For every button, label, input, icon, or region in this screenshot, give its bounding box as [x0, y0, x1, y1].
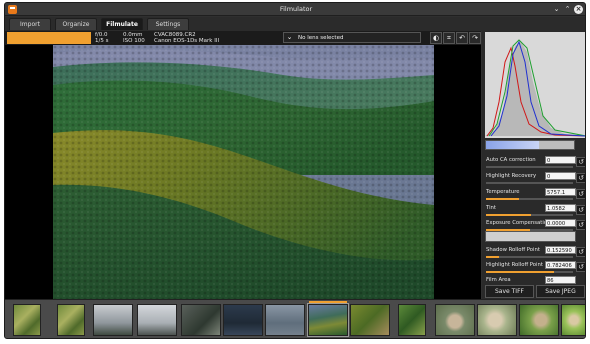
camera-text: Canon EOS-1Ds Mark III	[154, 38, 220, 44]
info-bar: f/0.0 1/5 s 0.0mm ISO 100 CVAC8089.CR2 C…	[5, 31, 481, 45]
filmstrip-thumbnail[interactable]	[137, 304, 177, 336]
param-value-field[interactable]: 86	[545, 276, 576, 284]
param-slider[interactable]	[486, 166, 573, 168]
app-window: Filmulator ⌄ ⌃ × Import Organize Filmula…	[4, 2, 586, 339]
rotate-right-icon[interactable]: ↷	[469, 32, 481, 44]
title-bar: Filmulator ⌄ ⌃ ×	[5, 3, 585, 16]
param-label: Film Area	[486, 277, 511, 283]
minimize-icon[interactable]: ⌄	[552, 5, 561, 14]
crop-icon[interactable]: ⌗	[443, 32, 455, 44]
maximize-icon[interactable]: ⌃	[563, 5, 572, 14]
chevron-down-icon: ⌄	[286, 33, 293, 41]
param-slider[interactable]	[486, 271, 573, 273]
tab-import[interactable]: Import	[9, 18, 51, 30]
param-film-area: Film Area 86	[485, 275, 585, 285]
filmstrip-thumbnail[interactable]	[57, 304, 85, 336]
filmstrip-thumbnail[interactable]	[435, 304, 475, 336]
main-photo	[53, 45, 434, 299]
param-slider[interactable]	[486, 198, 573, 200]
filmstrip-thumbnail[interactable]	[13, 304, 41, 336]
param-auto-ca-correction: Auto CA correction 0 ↺	[485, 155, 585, 170]
current-image-marker	[309, 301, 347, 303]
param-shadow-rolloff-point: Shadow Rolloff Point 0.152590 ↺	[485, 245, 585, 260]
param-value-field[interactable]: 0.782406	[545, 261, 576, 269]
filmstrip[interactable]	[5, 299, 585, 338]
param-label: Auto CA correction	[486, 157, 536, 163]
param-label: Exposure Compensation	[486, 220, 551, 226]
param-value-field[interactable]: 1.0582	[545, 204, 576, 212]
save-jpeg-button[interactable]: Save JPEG	[536, 285, 585, 298]
filmstrip-thumbnail[interactable]	[307, 301, 349, 337]
reset-icon[interactable]: ↺	[576, 205, 585, 215]
iso-text: ISO 100	[123, 38, 145, 44]
param-slider[interactable]	[486, 256, 573, 258]
param-label: Tint	[486, 205, 496, 211]
filmstrip-thumbnail[interactable]	[223, 304, 263, 336]
param-slider[interactable]	[486, 182, 573, 184]
reset-icon[interactable]: ↺	[576, 262, 585, 272]
filmstrip-thumbnail[interactable]	[398, 304, 426, 336]
param-value-field[interactable]: 0	[545, 156, 576, 164]
param-tint: Tint 1.0582 ↺	[485, 203, 585, 218]
shutter-text: 1/5 s	[95, 38, 109, 44]
reset-icon[interactable]: ↺	[576, 173, 585, 183]
filmstrip-thumbnail[interactable]	[350, 304, 390, 336]
reset-icon[interactable]: ↺	[576, 247, 585, 257]
tab-bar: Import Organize Filmulate Settings	[5, 17, 585, 31]
filmstrip-thumbnail[interactable]	[477, 304, 517, 336]
tab-organize[interactable]: Organize	[55, 18, 97, 30]
tone-strip	[485, 140, 575, 150]
editing-panel: Auto CA correction 0 ↺ Highlight Recover…	[482, 31, 585, 299]
param-slider[interactable]	[486, 214, 573, 216]
param-temperature: Temperature 5757.1 ↺	[485, 187, 585, 202]
tone-curve-preview	[485, 231, 576, 242]
param-value-field[interactable]: 0.152590	[545, 246, 576, 254]
param-label: Shadow Rolloff Point	[486, 247, 540, 253]
filmstrip-thumbnail[interactable]	[561, 304, 585, 336]
contrast-icon[interactable]: ◐	[430, 32, 442, 44]
lens-select[interactable]: ⌄ No lens selected	[283, 32, 421, 43]
save-tiff-button[interactable]: Save TIFF	[485, 285, 534, 298]
param-value-field[interactable]: 0	[545, 172, 576, 180]
param-label: Highlight Rolloff Point	[486, 262, 543, 268]
filmstrip-thumbnail[interactable]	[265, 304, 305, 336]
param-value-field[interactable]: 0.0000	[545, 219, 576, 227]
lens-select-label: No lens selected	[298, 35, 344, 41]
processing-progress-bar	[7, 32, 91, 44]
close-icon[interactable]: ×	[574, 5, 583, 14]
filmstrip-thumbnail[interactable]	[181, 304, 221, 336]
filmstrip-thumbnail[interactable]	[519, 304, 559, 336]
param-label: Temperature	[486, 189, 520, 195]
filmstrip-thumbnail[interactable]	[93, 304, 133, 336]
reset-icon[interactable]: ↺	[576, 157, 585, 167]
param-highlight-recovery: Highlight Recovery 0 ↺	[485, 171, 585, 186]
param-label: Highlight Recovery	[486, 173, 537, 179]
tab-settings[interactable]: Settings	[147, 18, 189, 30]
rotate-left-icon[interactable]: ↶	[456, 32, 468, 44]
reset-icon[interactable]: ↺	[576, 220, 585, 230]
image-viewer[interactable]	[5, 45, 481, 299]
histogram	[485, 32, 585, 138]
param-highlight-rolloff-point: Highlight Rolloff Point 0.782406 ↺	[485, 260, 585, 275]
window-title: Filmulator	[279, 5, 313, 13]
tab-filmulate[interactable]: Filmulate	[101, 18, 143, 30]
param-value-field[interactable]: 5757.1	[545, 188, 576, 196]
reset-icon[interactable]: ↺	[576, 189, 585, 199]
